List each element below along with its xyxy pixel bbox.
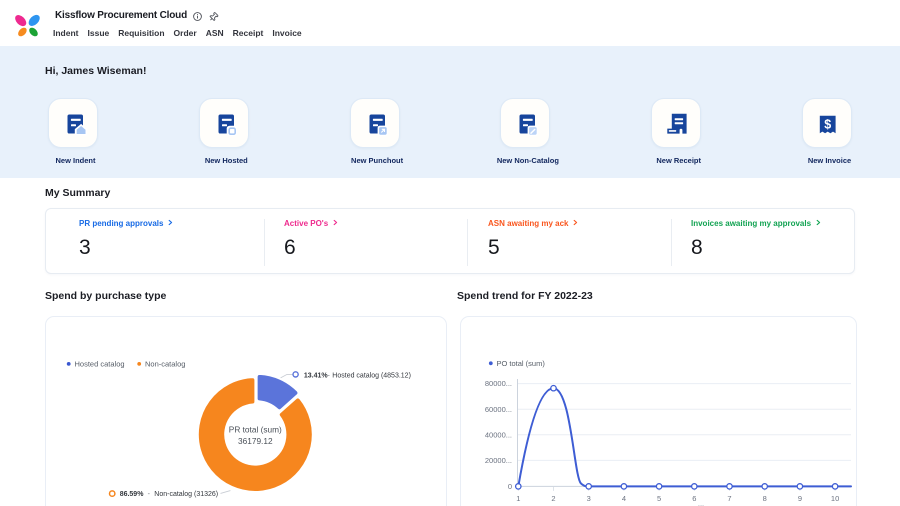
svg-text:40000...: 40000... [485, 430, 512, 439]
svg-text:36179.12: 36179.12 [238, 436, 273, 446]
svg-text:1: 1 [516, 494, 520, 503]
svg-text:86.59%: 86.59% [120, 491, 145, 498]
svg-text:8: 8 [763, 494, 767, 503]
svg-text:5: 5 [657, 494, 661, 503]
svg-text:-: - [328, 372, 331, 379]
svg-text:20000...: 20000... [485, 456, 512, 465]
svg-text:6: 6 [692, 494, 696, 503]
svg-text:PO total (sum): PO total (sum) [497, 359, 546, 368]
svg-text:Hosted catalog: Hosted catalog [75, 360, 125, 369]
svg-text:Non-catalog (31326): Non-catalog (31326) [154, 491, 218, 498]
svg-text:2: 2 [551, 494, 555, 503]
svg-text:3: 3 [587, 494, 591, 503]
svg-text:7: 7 [727, 494, 731, 503]
svg-text:Non-catalog: Non-catalog [145, 360, 185, 369]
svg-text:PR total (sum): PR total (sum) [229, 424, 282, 434]
svg-text:80000...: 80000... [485, 379, 512, 388]
svg-text:13.41%: 13.41% [304, 372, 329, 379]
svg-text:0: 0 [508, 482, 512, 491]
svg-text:-: - [148, 491, 151, 498]
svg-text:9: 9 [798, 494, 802, 503]
svg-text:$: $ [824, 117, 831, 131]
svg-text:10: 10 [831, 494, 839, 503]
svg-text:Hosted catalog (4853.12): Hosted catalog (4853.12) [332, 372, 411, 379]
svg-text:...: ... [698, 499, 704, 506]
svg-text:4: 4 [622, 494, 626, 503]
svg-text:60000...: 60000... [485, 405, 512, 414]
